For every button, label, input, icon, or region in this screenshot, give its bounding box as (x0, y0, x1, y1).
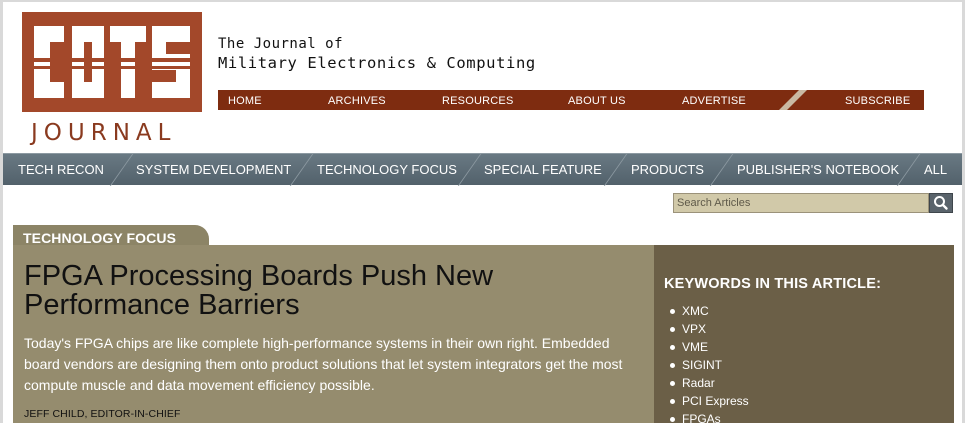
nav-divider (775, 90, 809, 110)
nav-home[interactable]: HOME (228, 95, 262, 107)
category-bar: TECH RECON SYSTEM DEVELOPMENT TECHNOLOGY… (3, 153, 962, 186)
tagline-line-2: Military Electronics & Computing (218, 54, 536, 72)
tagline-line-1: The Journal of (218, 36, 344, 52)
keyword-xmc[interactable]: XMC (670, 302, 749, 320)
category-divider (896, 154, 921, 186)
keywords-heading: KEYWORDS IN THIS ARTICLE: (664, 276, 882, 292)
category-divider (457, 154, 482, 186)
nav-about-us[interactable]: ABOUT US (568, 95, 626, 107)
search-button[interactable] (929, 193, 953, 213)
article-title: FPGA Processing Boards Push New Performa… (24, 260, 494, 321)
keywords-panel: KEYWORDS IN THIS ARTICLE: XMC VPX VME SI… (654, 245, 954, 423)
nav-archives[interactable]: ARCHIVES (328, 95, 386, 107)
nav-advertise[interactable]: ADVERTISE (682, 95, 746, 107)
nav-resources[interactable]: RESOURCES (442, 95, 513, 107)
category-special-feature[interactable]: SPECIAL FEATURE (484, 154, 602, 186)
category-all[interactable]: ALL (924, 154, 947, 186)
section-label: TECHNOLOGY FOCUS (23, 230, 177, 246)
article-byline: JEFF CHILD, EDITOR-IN-CHIEF (24, 408, 181, 420)
search-bar (673, 193, 953, 213)
category-tech-recon[interactable]: TECH RECON (18, 154, 104, 186)
search-input[interactable] (673, 193, 929, 213)
page: JOURNAL The Journal of Military Electron… (0, 0, 965, 423)
keyword-vpx[interactable]: VPX (670, 320, 749, 338)
category-publishers-notebook[interactable]: PUBLISHER'S NOTEBOOK (737, 154, 899, 186)
category-divider (709, 154, 734, 186)
article-dek: Today's FPGA chips are like complete hig… (24, 335, 623, 393)
category-products[interactable]: PRODUCTS (631, 154, 704, 186)
category-system-development[interactable]: SYSTEM DEVELOPMENT (136, 154, 291, 186)
keyword-sigint[interactable]: SIGINT (670, 356, 749, 374)
article-header: FPGA Processing Boards Push New Performa… (13, 245, 654, 423)
cots-logo[interactable] (22, 12, 202, 112)
category-technology-focus[interactable]: TECHNOLOGY FOCUS (317, 154, 457, 186)
keyword-radar[interactable]: Radar (670, 374, 749, 392)
nav-subscribe[interactable]: SUBSCRIBE (845, 95, 910, 107)
logo-subtitle: JOURNAL (31, 120, 177, 146)
keyword-fpgas[interactable]: FPGAs (670, 410, 749, 423)
top-nav: HOME ARCHIVES RESOURCES ABOUT US ADVERTI… (218, 90, 924, 110)
cots-logo-mark (22, 12, 202, 112)
category-divider (109, 154, 134, 186)
site-tagline: The Journal of Military Electronics & Co… (218, 36, 536, 72)
keyword-vme[interactable]: VME (670, 338, 749, 356)
search-icon (934, 196, 948, 210)
category-divider (603, 154, 628, 186)
keywords-list: XMC VPX VME SIGINT Radar PCI Express FPG… (670, 302, 749, 423)
keyword-pci-express[interactable]: PCI Express (670, 392, 749, 410)
category-divider (289, 154, 314, 186)
